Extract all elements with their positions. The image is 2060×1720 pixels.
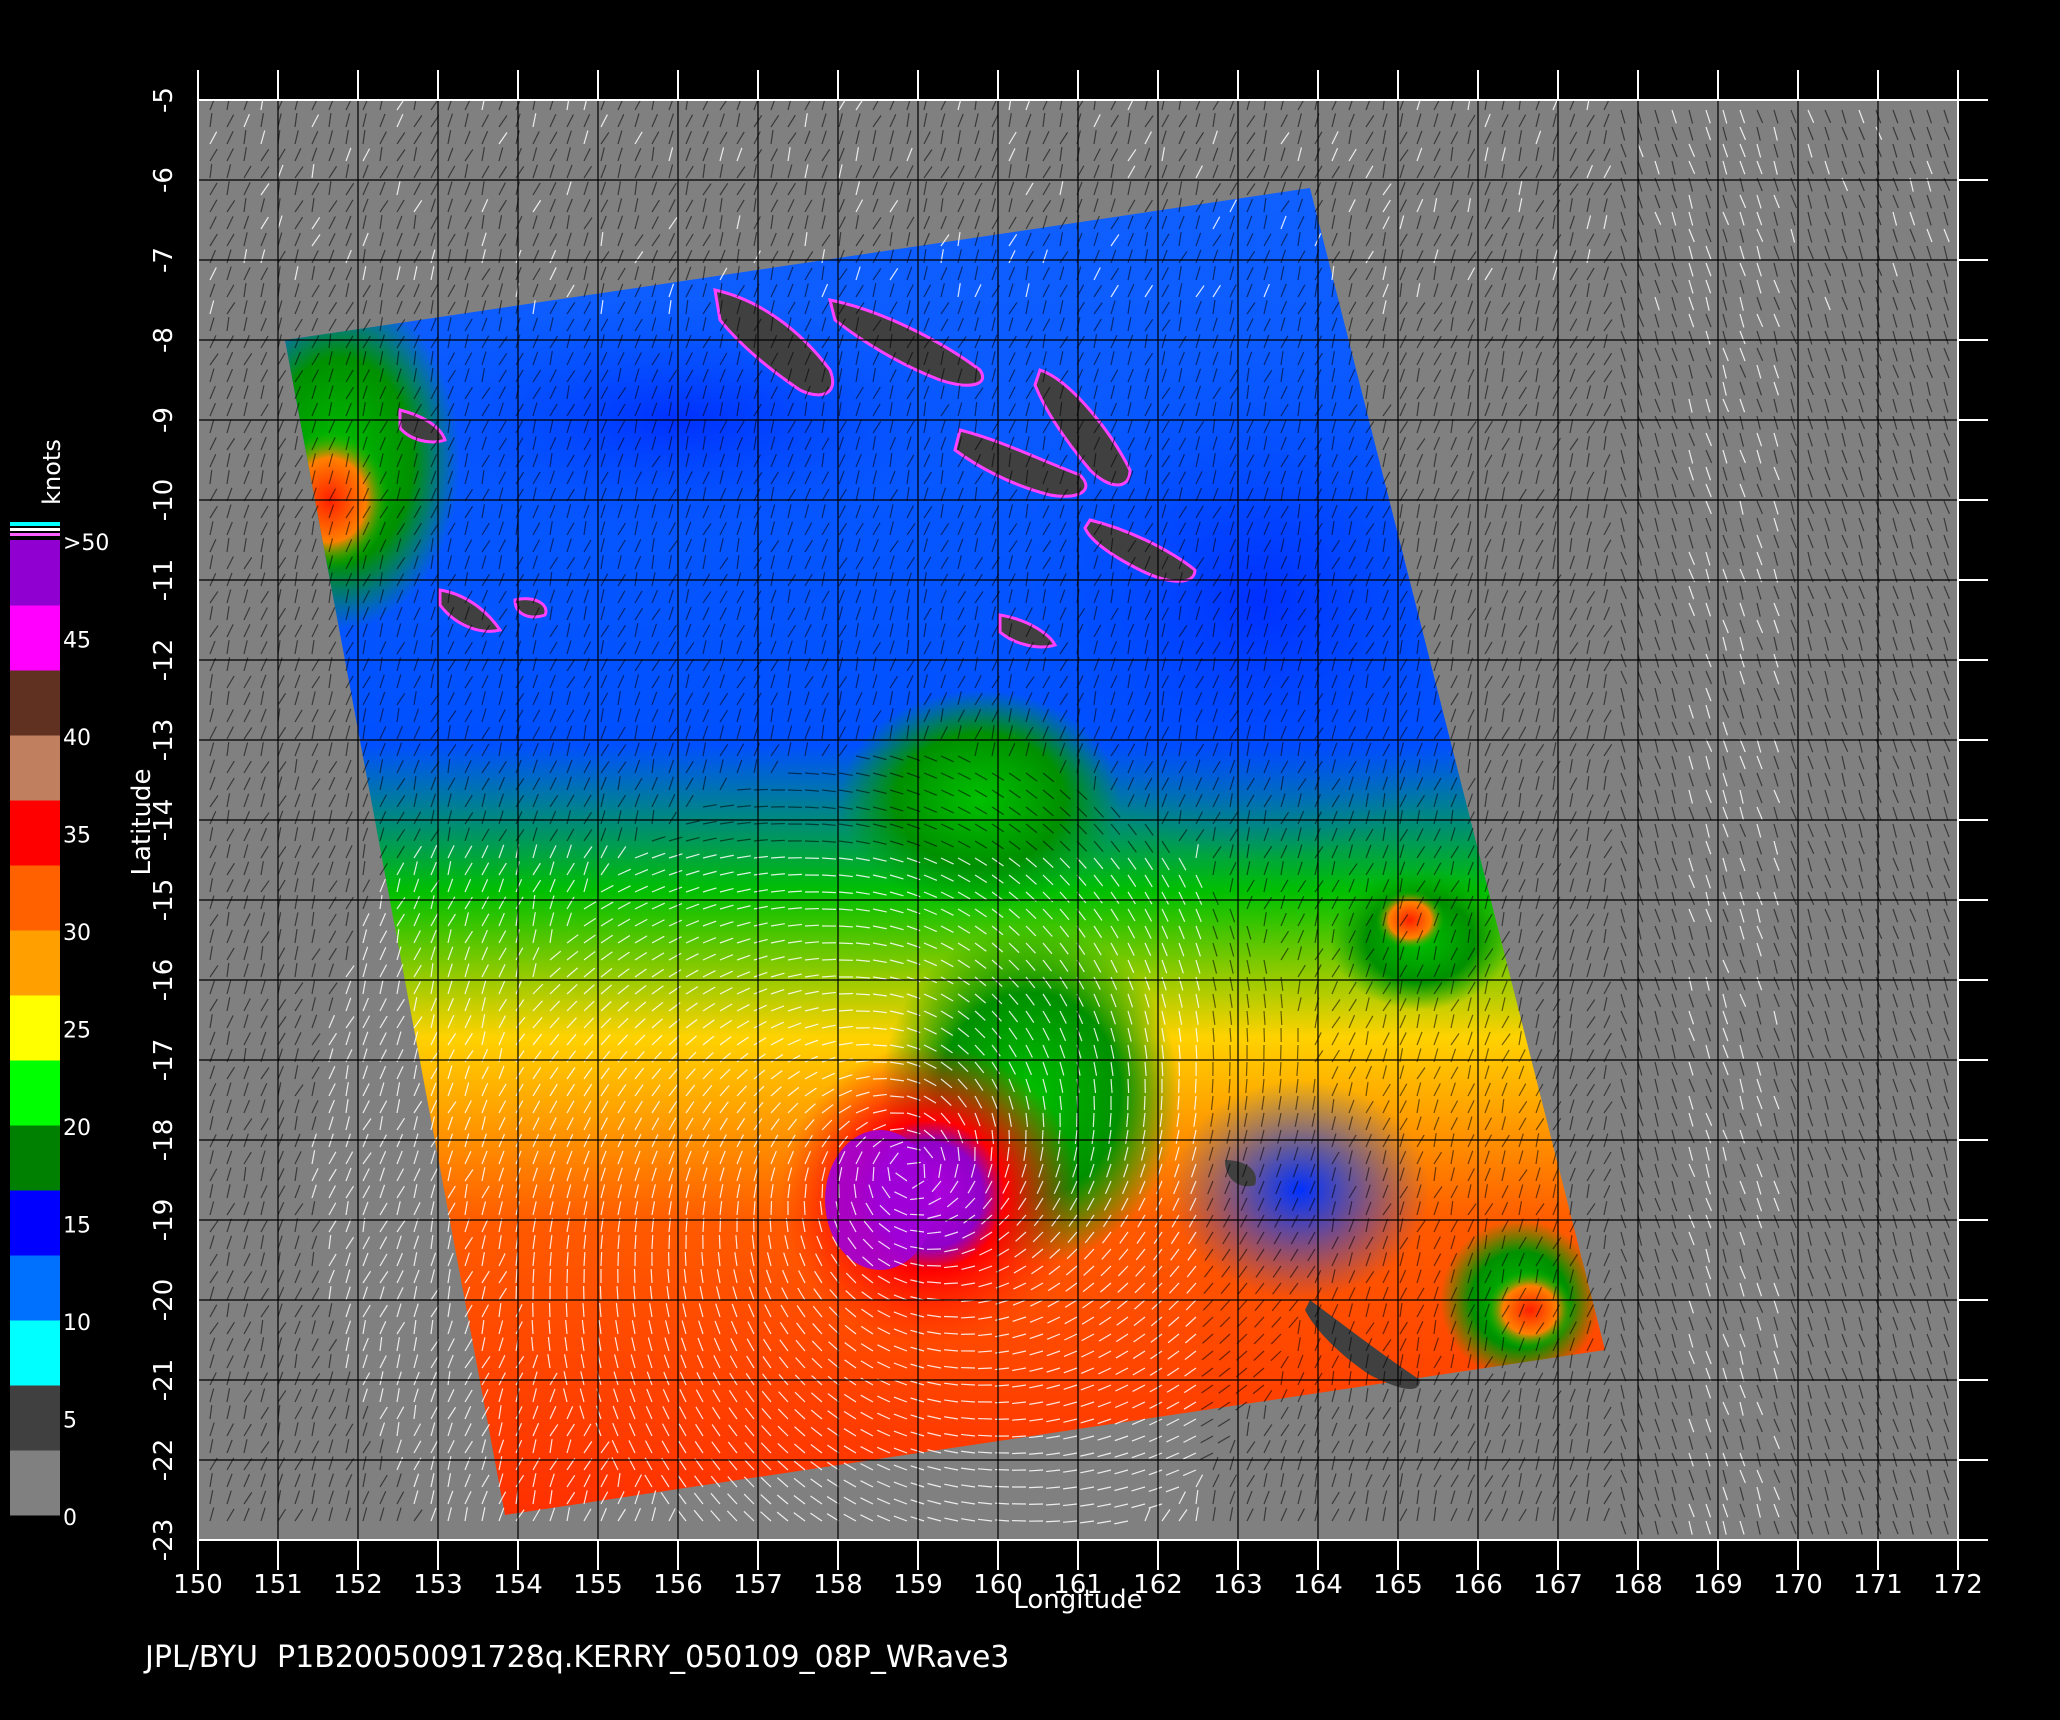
wind-barb: [804, 840, 820, 843]
wind-barb: [821, 891, 837, 894]
wind-barb: [787, 789, 803, 792]
wind-barb: [804, 924, 820, 927]
wind-barb: [787, 873, 803, 876]
wind-barb: [770, 839, 786, 842]
wind-barb: [753, 788, 769, 791]
wind-barb: [821, 874, 837, 877]
wind-barb: [753, 805, 769, 808]
wind-map-figure: 150 151 152 153 154 155 156 157 158 159 160 161 162 1…: [10, 70, 1988, 1615]
wind-barb: [804, 823, 820, 826]
wind-barb: [787, 772, 803, 775]
